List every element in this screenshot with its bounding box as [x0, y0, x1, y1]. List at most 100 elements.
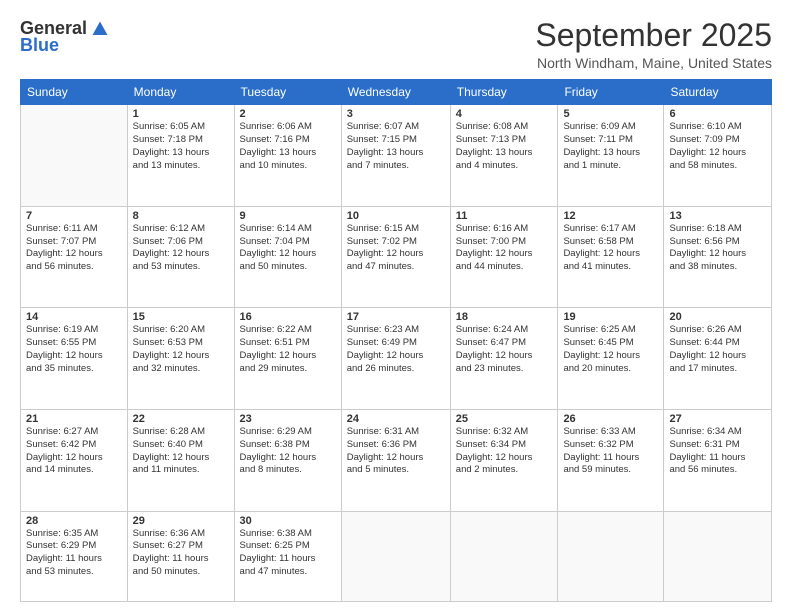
day-number: 25: [456, 413, 553, 425]
day-number: 16: [240, 311, 336, 323]
table-row: 30Sunrise: 6:38 AMSunset: 6:25 PMDayligh…: [234, 511, 341, 602]
day-info: Sunrise: 6:14 AMSunset: 7:04 PMDaylight:…: [240, 223, 336, 274]
day-number: 18: [456, 311, 553, 323]
day-info: Sunrise: 6:05 AMSunset: 7:18 PMDaylight:…: [133, 121, 229, 172]
day-number: 14: [26, 311, 122, 323]
calendar: Sunday Monday Tuesday Wednesday Thursday…: [20, 79, 772, 602]
table-row: 28Sunrise: 6:35 AMSunset: 6:29 PMDayligh…: [21, 511, 128, 602]
table-row: 9Sunrise: 6:14 AMSunset: 7:04 PMDaylight…: [234, 206, 341, 308]
logo-icon: [91, 20, 109, 38]
day-info: Sunrise: 6:29 AMSunset: 6:38 PMDaylight:…: [240, 426, 336, 477]
table-row: [558, 511, 664, 602]
day-info: Sunrise: 6:32 AMSunset: 6:34 PMDaylight:…: [456, 426, 553, 477]
day-number: 15: [133, 311, 229, 323]
table-row: 17Sunrise: 6:23 AMSunset: 6:49 PMDayligh…: [341, 308, 450, 410]
logo: General Blue: [20, 18, 109, 56]
calendar-header-row: Sunday Monday Tuesday Wednesday Thursday…: [21, 80, 772, 105]
day-number: 9: [240, 210, 336, 222]
col-wednesday: Wednesday: [341, 80, 450, 105]
day-info: Sunrise: 6:34 AMSunset: 6:31 PMDaylight:…: [669, 426, 766, 477]
table-row: 5Sunrise: 6:09 AMSunset: 7:11 PMDaylight…: [558, 105, 664, 207]
day-number: 23: [240, 413, 336, 425]
col-saturday: Saturday: [664, 80, 772, 105]
day-number: 10: [347, 210, 445, 222]
day-number: 4: [456, 108, 553, 120]
header: General Blue September 2025 North Windha…: [20, 18, 772, 71]
day-number: 17: [347, 311, 445, 323]
table-row: 13Sunrise: 6:18 AMSunset: 6:56 PMDayligh…: [664, 206, 772, 308]
day-number: 30: [240, 515, 336, 527]
day-info: Sunrise: 6:07 AMSunset: 7:15 PMDaylight:…: [347, 121, 445, 172]
day-info: Sunrise: 6:11 AMSunset: 7:07 PMDaylight:…: [26, 223, 122, 274]
day-info: Sunrise: 6:22 AMSunset: 6:51 PMDaylight:…: [240, 324, 336, 375]
day-number: 22: [133, 413, 229, 425]
table-row: 18Sunrise: 6:24 AMSunset: 6:47 PMDayligh…: [450, 308, 558, 410]
table-row: 23Sunrise: 6:29 AMSunset: 6:38 PMDayligh…: [234, 409, 341, 511]
day-info: Sunrise: 6:23 AMSunset: 6:49 PMDaylight:…: [347, 324, 445, 375]
logo-blue: Blue: [20, 35, 59, 56]
subtitle: North Windham, Maine, United States: [535, 55, 772, 71]
day-number: 3: [347, 108, 445, 120]
day-number: 24: [347, 413, 445, 425]
day-number: 1: [133, 108, 229, 120]
day-number: 5: [563, 108, 658, 120]
col-tuesday: Tuesday: [234, 80, 341, 105]
day-info: Sunrise: 6:10 AMSunset: 7:09 PMDaylight:…: [669, 121, 766, 172]
table-row: 6Sunrise: 6:10 AMSunset: 7:09 PMDaylight…: [664, 105, 772, 207]
title-block: September 2025 North Windham, Maine, Uni…: [535, 18, 772, 71]
day-number: 27: [669, 413, 766, 425]
day-number: 6: [669, 108, 766, 120]
day-info: Sunrise: 6:26 AMSunset: 6:44 PMDaylight:…: [669, 324, 766, 375]
table-row: 8Sunrise: 6:12 AMSunset: 7:06 PMDaylight…: [127, 206, 234, 308]
table-row: 10Sunrise: 6:15 AMSunset: 7:02 PMDayligh…: [341, 206, 450, 308]
table-row: [664, 511, 772, 602]
day-info: Sunrise: 6:18 AMSunset: 6:56 PMDaylight:…: [669, 223, 766, 274]
day-number: 12: [563, 210, 658, 222]
day-number: 28: [26, 515, 122, 527]
col-thursday: Thursday: [450, 80, 558, 105]
col-monday: Monday: [127, 80, 234, 105]
table-row: 1Sunrise: 6:05 AMSunset: 7:18 PMDaylight…: [127, 105, 234, 207]
col-friday: Friday: [558, 80, 664, 105]
table-row: 15Sunrise: 6:20 AMSunset: 6:53 PMDayligh…: [127, 308, 234, 410]
day-info: Sunrise: 6:16 AMSunset: 7:00 PMDaylight:…: [456, 223, 553, 274]
day-number: 29: [133, 515, 229, 527]
table-row: 26Sunrise: 6:33 AMSunset: 6:32 PMDayligh…: [558, 409, 664, 511]
day-info: Sunrise: 6:31 AMSunset: 6:36 PMDaylight:…: [347, 426, 445, 477]
day-info: Sunrise: 6:08 AMSunset: 7:13 PMDaylight:…: [456, 121, 553, 172]
table-row: [450, 511, 558, 602]
table-row: 14Sunrise: 6:19 AMSunset: 6:55 PMDayligh…: [21, 308, 128, 410]
day-info: Sunrise: 6:12 AMSunset: 7:06 PMDaylight:…: [133, 223, 229, 274]
day-info: Sunrise: 6:25 AMSunset: 6:45 PMDaylight:…: [563, 324, 658, 375]
table-row: [21, 105, 128, 207]
table-row: [341, 511, 450, 602]
day-info: Sunrise: 6:19 AMSunset: 6:55 PMDaylight:…: [26, 324, 122, 375]
day-number: 8: [133, 210, 229, 222]
table-row: 22Sunrise: 6:28 AMSunset: 6:40 PMDayligh…: [127, 409, 234, 511]
day-number: 7: [26, 210, 122, 222]
col-sunday: Sunday: [21, 80, 128, 105]
day-info: Sunrise: 6:24 AMSunset: 6:47 PMDaylight:…: [456, 324, 553, 375]
table-row: 25Sunrise: 6:32 AMSunset: 6:34 PMDayligh…: [450, 409, 558, 511]
table-row: 20Sunrise: 6:26 AMSunset: 6:44 PMDayligh…: [664, 308, 772, 410]
day-info: Sunrise: 6:17 AMSunset: 6:58 PMDaylight:…: [563, 223, 658, 274]
table-row: 29Sunrise: 6:36 AMSunset: 6:27 PMDayligh…: [127, 511, 234, 602]
day-info: Sunrise: 6:36 AMSunset: 6:27 PMDaylight:…: [133, 528, 229, 579]
day-info: Sunrise: 6:09 AMSunset: 7:11 PMDaylight:…: [563, 121, 658, 172]
table-row: 2Sunrise: 6:06 AMSunset: 7:16 PMDaylight…: [234, 105, 341, 207]
day-info: Sunrise: 6:06 AMSunset: 7:16 PMDaylight:…: [240, 121, 336, 172]
table-row: 24Sunrise: 6:31 AMSunset: 6:36 PMDayligh…: [341, 409, 450, 511]
day-number: 2: [240, 108, 336, 120]
table-row: 27Sunrise: 6:34 AMSunset: 6:31 PMDayligh…: [664, 409, 772, 511]
day-number: 11: [456, 210, 553, 222]
table-row: 4Sunrise: 6:08 AMSunset: 7:13 PMDaylight…: [450, 105, 558, 207]
table-row: 21Sunrise: 6:27 AMSunset: 6:42 PMDayligh…: [21, 409, 128, 511]
table-row: 19Sunrise: 6:25 AMSunset: 6:45 PMDayligh…: [558, 308, 664, 410]
day-number: 20: [669, 311, 766, 323]
table-row: 7Sunrise: 6:11 AMSunset: 7:07 PMDaylight…: [21, 206, 128, 308]
day-info: Sunrise: 6:20 AMSunset: 6:53 PMDaylight:…: [133, 324, 229, 375]
main-title: September 2025: [535, 18, 772, 53]
day-info: Sunrise: 6:33 AMSunset: 6:32 PMDaylight:…: [563, 426, 658, 477]
table-row: 16Sunrise: 6:22 AMSunset: 6:51 PMDayligh…: [234, 308, 341, 410]
day-info: Sunrise: 6:38 AMSunset: 6:25 PMDaylight:…: [240, 528, 336, 579]
